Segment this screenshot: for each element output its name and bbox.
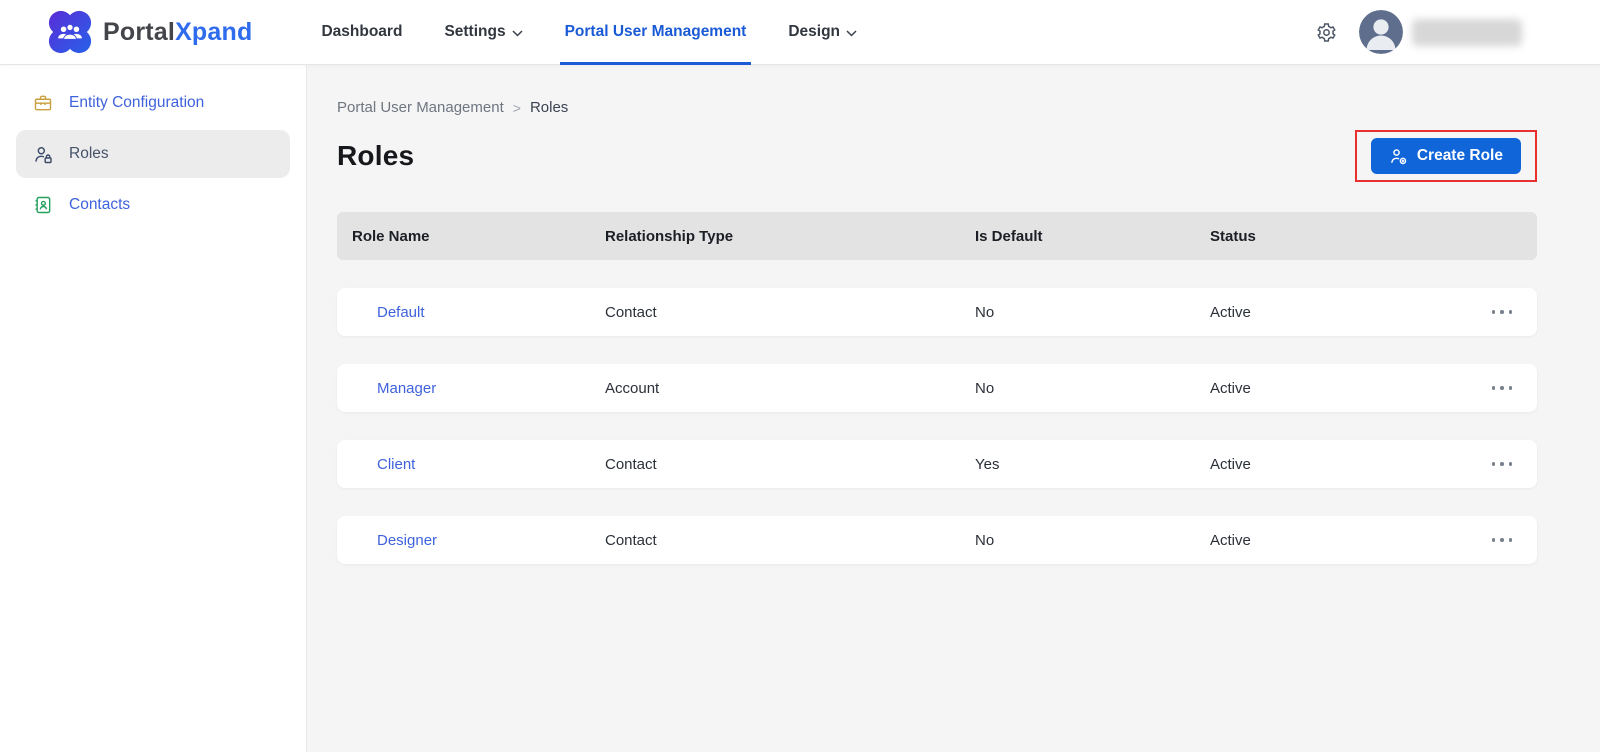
role-link-client[interactable]: Client xyxy=(377,456,415,473)
row-actions-ellipsis-icon[interactable] xyxy=(1490,380,1515,396)
user-menu[interactable] xyxy=(1359,10,1522,54)
breadcrumb-portal-user-management[interactable]: Portal User Management xyxy=(337,99,504,116)
sidebar-item-label: Contacts xyxy=(69,196,130,214)
nav-item-portal-user-management[interactable]: Portal User Management xyxy=(560,0,752,65)
cell-is-default: No xyxy=(975,304,1210,321)
breadcrumb: Portal User Management > Roles xyxy=(337,99,1537,116)
briefcase-icon xyxy=(33,93,53,113)
user-lock-icon xyxy=(33,144,53,165)
nav-label: Dashboard xyxy=(321,23,402,41)
column-header-is-default: Is Default xyxy=(975,228,1210,245)
cell-status: Active xyxy=(1210,380,1450,397)
row-actions-ellipsis-icon[interactable] xyxy=(1490,456,1515,472)
table-row: Manager Account No Active xyxy=(337,364,1537,412)
cell-status: Active xyxy=(1210,304,1450,321)
row-actions-ellipsis-icon[interactable] xyxy=(1490,304,1515,320)
nav-item-settings[interactable]: Settings xyxy=(439,0,527,65)
avatar[interactable] xyxy=(1359,10,1403,54)
sidebar-item-roles[interactable]: Roles xyxy=(16,130,290,178)
column-header-status: Status xyxy=(1210,228,1450,245)
table-row: Designer Contact No Active xyxy=(337,516,1537,564)
cell-relationship-type: Contact xyxy=(605,532,975,549)
cell-is-default: No xyxy=(975,380,1210,397)
chevron-down-icon xyxy=(512,30,523,37)
sidebar-item-label: Roles xyxy=(69,145,109,163)
cell-relationship-type: Account xyxy=(605,380,975,397)
page-title: Roles xyxy=(337,140,414,172)
nav-item-dashboard[interactable]: Dashboard xyxy=(316,0,407,65)
table-row: Client Contact Yes Active xyxy=(337,440,1537,488)
main-content: Portal User Management > Roles Roles xyxy=(307,65,1600,752)
user-plus-icon xyxy=(1389,147,1408,166)
column-header-relationship-type: Relationship Type xyxy=(605,228,975,245)
row-actions-ellipsis-icon[interactable] xyxy=(1490,532,1515,548)
cell-is-default: No xyxy=(975,532,1210,549)
portalxpand-logo-icon xyxy=(48,10,92,54)
address-book-icon xyxy=(33,195,53,215)
main-nav: Dashboard Settings Portal User Managemen… xyxy=(316,0,894,65)
brand-name: PortalXpand xyxy=(103,18,252,47)
role-link-default[interactable]: Default xyxy=(377,304,425,321)
red-annotation-box: Create Role xyxy=(1355,130,1537,182)
sidebar: Entity Configuration Roles xyxy=(0,65,307,752)
sidebar-item-contacts[interactable]: Contacts xyxy=(16,181,290,229)
chevron-down-icon xyxy=(846,30,857,37)
top-navbar: PortalXpand Dashboard Settings Portal Us… xyxy=(0,0,1600,65)
nav-label: Settings xyxy=(444,23,505,41)
nav-label: Design xyxy=(788,23,840,41)
topbar-actions xyxy=(1316,10,1522,54)
breadcrumb-roles: Roles xyxy=(530,99,568,116)
role-link-manager[interactable]: Manager xyxy=(377,380,436,397)
table-row: Default Contact No Active xyxy=(337,288,1537,336)
settings-gear-icon[interactable] xyxy=(1316,22,1337,43)
column-header-role-name: Role Name xyxy=(352,228,605,245)
cell-relationship-type: Contact xyxy=(605,456,975,473)
sidebar-item-label: Entity Configuration xyxy=(69,94,204,112)
brand[interactable]: PortalXpand xyxy=(48,10,252,54)
breadcrumb-separator: > xyxy=(513,100,521,116)
cell-relationship-type: Contact xyxy=(605,304,975,321)
cell-is-default: Yes xyxy=(975,456,1210,473)
table-header-row: Role Name Relationship Type Is Default S… xyxy=(337,212,1537,260)
nav-label: Portal User Management xyxy=(565,23,747,41)
role-link-designer[interactable]: Designer xyxy=(377,532,437,549)
create-role-button[interactable]: Create Role xyxy=(1371,138,1521,174)
create-role-label: Create Role xyxy=(1417,147,1503,165)
cell-status: Active xyxy=(1210,532,1450,549)
nav-item-design[interactable]: Design xyxy=(783,0,862,65)
roles-table: Role Name Relationship Type Is Default S… xyxy=(337,212,1537,564)
cell-status: Active xyxy=(1210,456,1450,473)
user-name-redacted xyxy=(1412,19,1522,46)
sidebar-item-entity-configuration[interactable]: Entity Configuration xyxy=(16,79,290,127)
